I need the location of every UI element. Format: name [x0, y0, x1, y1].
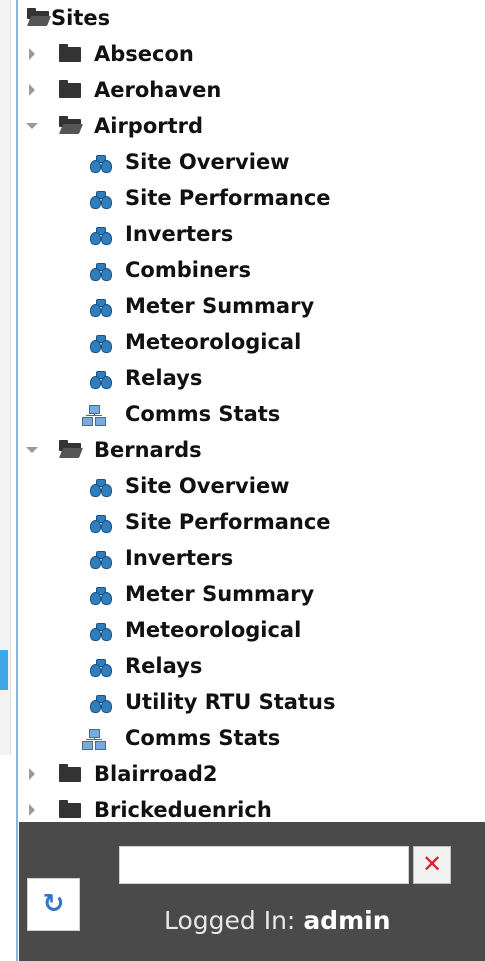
tree-site-label: Bernards: [94, 438, 202, 462]
binoculars-icon: [90, 154, 112, 173]
refresh-icon: ↻: [42, 889, 65, 919]
binoculars-icon: [90, 262, 112, 281]
binoculars-icon: [90, 298, 112, 317]
binoculars-icon: [90, 514, 112, 533]
tree-view-label: Comms Stats: [125, 402, 281, 426]
tree-view-label: Meter Summary: [125, 582, 315, 606]
tree-view-label: Meteorological: [125, 330, 302, 354]
left-panel-background: [0, 0, 11, 755]
tree-view-node[interactable]: Site Overview: [19, 144, 485, 180]
tree-view-node[interactable]: Combiners: [19, 252, 485, 288]
tree-root-label: Sites: [51, 6, 111, 30]
tree-view-node[interactable]: Relays: [19, 648, 485, 684]
tree-view-node[interactable]: Relays: [19, 360, 485, 396]
tree-site-node[interactable]: Blairroad2: [19, 756, 485, 792]
folder-icon: [59, 44, 81, 62]
tree-view-node[interactable]: Meteorological: [19, 324, 485, 360]
tree-site-node[interactable]: Absecon: [19, 36, 485, 72]
tree-view-node[interactable]: Meter Summary: [19, 576, 485, 612]
binoculars-icon: [90, 694, 112, 713]
tree-view-label: Combiners: [125, 258, 251, 282]
tree-view-node[interactable]: Meteorological: [19, 612, 485, 648]
folder-open-icon: [58, 440, 84, 458]
binoculars-icon: [90, 334, 112, 353]
folder-icon: [59, 80, 81, 98]
tree-site-node[interactable]: Bernards: [19, 432, 485, 468]
caret-down-icon[interactable]: [26, 123, 38, 129]
tree-view-label: Inverters: [125, 222, 234, 246]
sitemap-icon: [82, 729, 106, 750]
tree-site-label: Brickeduenrich: [94, 798, 272, 822]
binoculars-icon: [90, 370, 112, 389]
tree-view-node[interactable]: Utility RTU Status: [19, 684, 485, 720]
username: admin: [303, 906, 391, 935]
app-page: Sites Absecon Aerohaven Airportrd Site Over…: [0, 0, 485, 961]
clear-search-button[interactable]: ✕: [413, 846, 451, 884]
binoculars-icon: [90, 226, 112, 245]
tree-view-node[interactable]: Site Performance: [19, 504, 485, 540]
folder-open-icon: [58, 116, 84, 134]
binoculars-icon: [90, 190, 112, 209]
left-panel-edge: [0, 0, 18, 961]
footer-bar: ✕ ↻ Logged In: admin: [19, 822, 485, 961]
binoculars-icon: [90, 658, 112, 677]
tree-view-node[interactable]: Comms Stats: [19, 396, 485, 432]
tree-view-label: Inverters: [125, 546, 234, 570]
logged-in-prefix: Logged In:: [164, 906, 304, 935]
tree-view-label: Utility RTU Status: [125, 690, 336, 714]
tree-node-list: Absecon Aerohaven Airportrd Site Overview Si…: [19, 36, 485, 822]
tree-view-label: Site Overview: [125, 150, 290, 174]
tree-view-label: Relays: [125, 654, 203, 678]
tree-view-node[interactable]: Inverters: [19, 540, 485, 576]
tree-view-label: Comms Stats: [125, 726, 281, 750]
binoculars-icon: [90, 478, 112, 497]
folder-icon: [59, 764, 81, 782]
caret-down-icon[interactable]: [26, 447, 38, 453]
tree-view-node[interactable]: Inverters: [19, 216, 485, 252]
caret-right-icon[interactable]: [29, 804, 35, 816]
binoculars-icon: [90, 586, 112, 605]
tree-view-label: Meteorological: [125, 618, 302, 642]
tree-view-label: Site Performance: [125, 510, 331, 534]
folder-open-icon: [26, 8, 52, 26]
tree-view-label: Relays: [125, 366, 203, 390]
tree-site-label: Blairroad2: [94, 762, 218, 786]
tree-view-node[interactable]: Site Overview: [19, 468, 485, 504]
tree-site-label: Absecon: [94, 42, 194, 66]
tree-site-node[interactable]: Aerohaven: [19, 72, 485, 108]
folder-icon: [59, 800, 81, 818]
caret-right-icon[interactable]: [29, 84, 35, 96]
logged-in-status: Logged In: admin: [164, 906, 391, 935]
tree-view-node[interactable]: Meter Summary: [19, 288, 485, 324]
tree-view-label: Site Performance: [125, 186, 331, 210]
caret-right-icon[interactable]: [29, 768, 35, 780]
tree-site-node[interactable]: Airportrd: [19, 108, 485, 144]
tree-view-label: Site Overview: [125, 474, 290, 498]
tree-site-label: Aerohaven: [94, 78, 222, 102]
tree-view-node[interactable]: Site Performance: [19, 180, 485, 216]
binoculars-icon: [90, 622, 112, 641]
panel-divider[interactable]: [16, 0, 18, 961]
site-tree[interactable]: Sites Absecon Aerohaven Airportrd Site Over…: [19, 0, 485, 822]
tree-view-node[interactable]: Comms Stats: [19, 720, 485, 756]
binoculars-icon: [90, 550, 112, 569]
caret-right-icon[interactable]: [29, 48, 35, 60]
tree-site-label: Airportrd: [94, 114, 204, 138]
tree-view-label: Meter Summary: [125, 294, 315, 318]
search-input[interactable]: [119, 846, 409, 884]
tree-site-node[interactable]: Brickeduenrich: [19, 792, 485, 822]
sitemap-icon: [82, 405, 106, 426]
refresh-button[interactable]: ↻: [27, 878, 80, 931]
close-icon: ✕: [421, 850, 443, 878]
tree-root-sites[interactable]: Sites: [19, 0, 485, 36]
left-panel-selection-marker: [0, 650, 8, 690]
